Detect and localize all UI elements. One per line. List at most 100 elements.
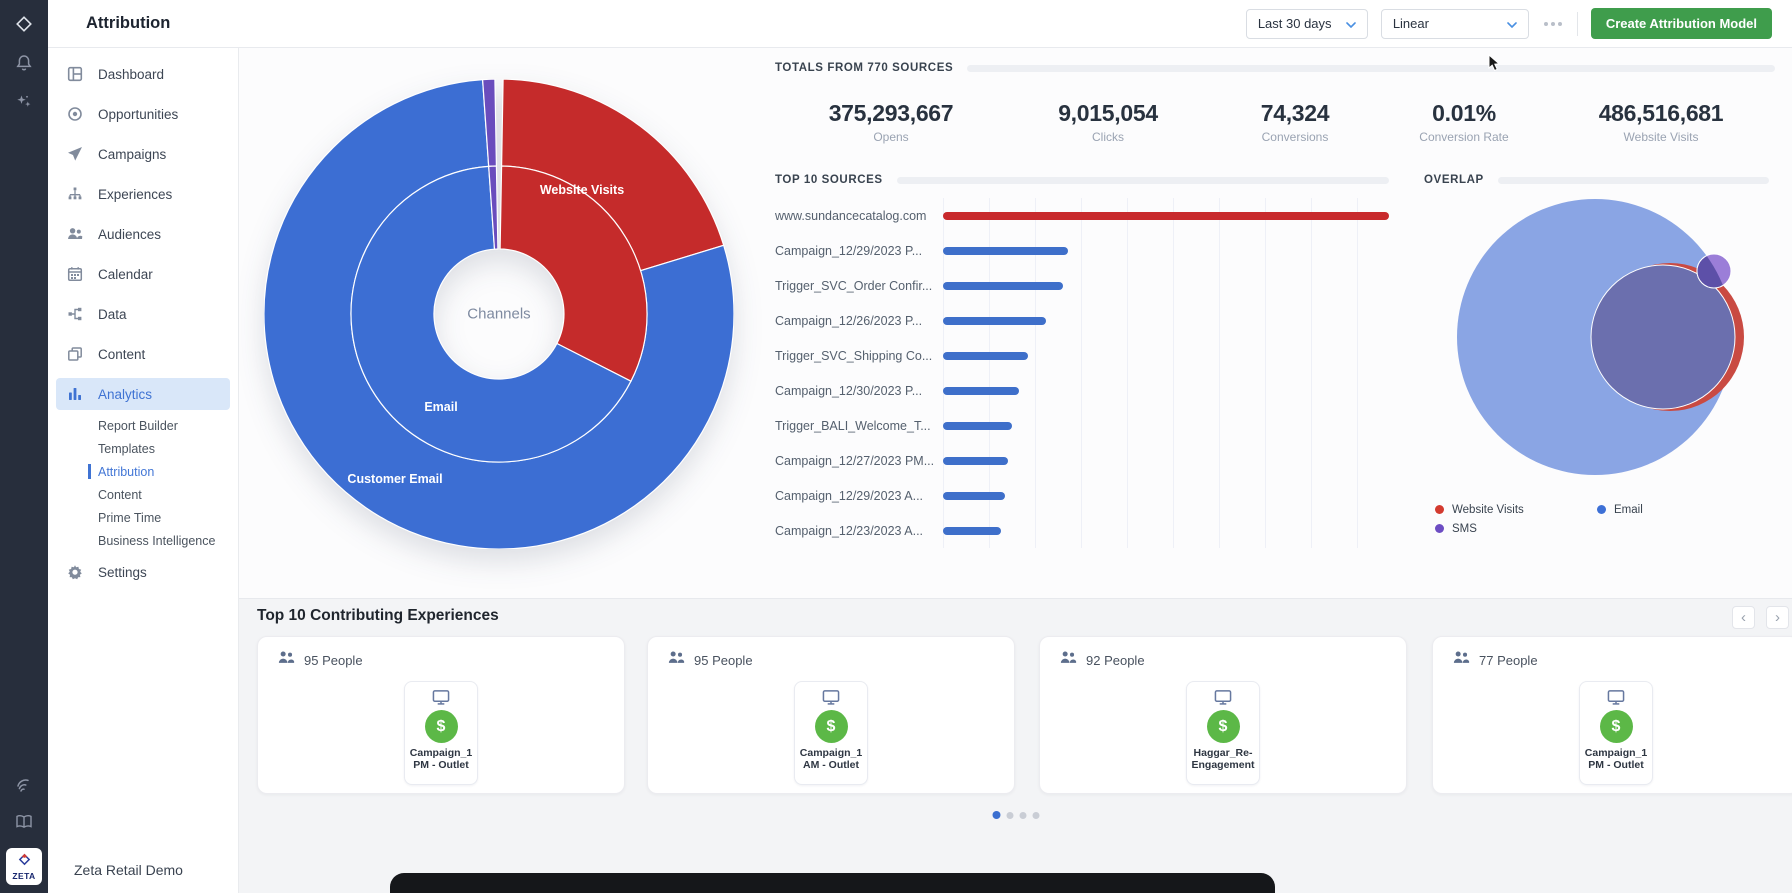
source-bar[interactable] [943, 282, 1063, 290]
experience-card[interactable]: 77 People$Campaign_1PM - Outlet [1432, 636, 1792, 794]
sidebar-item-label: Settings [98, 565, 147, 580]
audiences-icon [67, 226, 83, 242]
source-bar-track [943, 338, 1389, 373]
sidebar-item-experiences[interactable]: Experiences [48, 174, 238, 214]
people-icon [1453, 651, 1470, 669]
stat-value: 375,293,667 [781, 100, 1001, 127]
page-title: Attribution [86, 14, 170, 33]
sidebar-item-label: Dashboard [98, 67, 164, 82]
experience-node[interactable]: $Haggar_Re-Engagement [1186, 681, 1260, 785]
people-icon [1060, 651, 1077, 669]
source-bar[interactable] [943, 527, 1001, 535]
source-label: Trigger_SVC_Order Confir... [775, 279, 943, 293]
source-row[interactable]: Campaign_12/27/2023 PM... [775, 443, 1389, 478]
source-bar[interactable] [943, 492, 1005, 500]
experience-name: Campaign_1PM - Outlet [410, 747, 472, 771]
source-row[interactable]: Campaign_12/29/2023 A... [775, 478, 1389, 513]
zeta-logo[interactable]: ZETA [6, 848, 42, 885]
experience-name: Campaign_1PM - Outlet [1585, 747, 1647, 771]
source-bar[interactable] [943, 387, 1019, 395]
sidebar-item-analytics[interactable]: Analytics [56, 378, 230, 410]
source-row[interactable]: www.sundancecatalog.com [775, 198, 1389, 233]
sidebar-item-data[interactable]: Data [48, 294, 238, 334]
sidebar-subitem-report-builder[interactable]: Report Builder [48, 414, 238, 437]
legend-label: Email [1614, 504, 1643, 516]
topbar-divider [1577, 12, 1578, 36]
source-label: Trigger_BALI_Welcome_T... [775, 419, 943, 433]
create-attribution-model-button[interactable]: Create Attribution Model [1591, 8, 1772, 39]
source-label: Campaign_12/23/2023 A... [775, 524, 943, 538]
source-bar[interactable] [943, 422, 1012, 430]
experience-card[interactable]: 95 People$Campaign_1AM - Outlet [647, 636, 1015, 794]
legend-item-sms[interactable]: SMS [1435, 519, 1597, 538]
carousel-dot-3[interactable] [1020, 812, 1027, 819]
source-row[interactable]: Trigger_SVC_Order Confir... [775, 268, 1389, 303]
sidebar-subitem-prime-time[interactable]: Prime Time [48, 506, 238, 529]
sidebar-item-label: Data [98, 307, 127, 322]
knowledge-book-icon[interactable] [13, 811, 35, 833]
chevron-down-icon [1507, 16, 1517, 31]
content-icon [67, 346, 83, 362]
overlap-venn-diagram[interactable] [1399, 188, 1789, 503]
source-row[interactable]: Trigger_SVC_Shipping Co... [775, 338, 1389, 373]
signal-icon[interactable] [13, 774, 35, 796]
legend-item-email[interactable]: Email [1597, 500, 1759, 519]
sidebar-item-calendar[interactable]: Calendar [48, 254, 238, 294]
source-bar[interactable] [943, 212, 1389, 220]
legend-label: Website Visits [1452, 504, 1524, 516]
experience-card[interactable]: 92 People$Haggar_Re-Engagement [1039, 636, 1407, 794]
ai-sparkles-icon[interactable] [13, 91, 35, 113]
legend-item-website-visits[interactable]: Website Visits [1435, 500, 1597, 519]
totals-header-label: TOTALS FROM 770 SOURCES [775, 62, 953, 74]
model-type-select[interactable]: Linear [1381, 9, 1529, 39]
experience-node[interactable]: $Campaign_1PM - Outlet [404, 681, 478, 785]
sidebar-item-audiences[interactable]: Audiences [48, 214, 238, 254]
zeta-mark-icon[interactable] [13, 13, 35, 35]
date-range-select[interactable]: Last 30 days [1246, 9, 1368, 39]
sidebar-item-settings[interactable]: Settings [48, 552, 238, 592]
sidebar-subitem-label: Prime Time [98, 511, 161, 525]
more-options-button[interactable] [1542, 18, 1564, 30]
source-bar[interactable] [943, 457, 1008, 465]
source-label: www.sundancecatalog.com [775, 209, 943, 223]
account-name[interactable]: Zeta Retail Demo [74, 862, 183, 878]
carousel-dot-4[interactable] [1033, 812, 1040, 819]
sidebar-item-campaigns[interactable]: Campaigns [48, 134, 238, 174]
carousel-dot-1[interactable] [993, 811, 1001, 819]
source-bar[interactable] [943, 352, 1028, 360]
carousel-dot-2[interactable] [1007, 812, 1014, 819]
sidebar-subitem-business-intelligence[interactable]: Business Intelligence [48, 529, 238, 552]
source-row[interactable]: Campaign_12/23/2023 A... [775, 513, 1389, 548]
stat-value: 0.01% [1354, 100, 1574, 127]
experience-node[interactable]: $Campaign_1PM - Outlet [1579, 681, 1653, 785]
carousel-next-button[interactable]: › [1766, 606, 1789, 629]
carousel-prev-button[interactable]: ‹ [1732, 606, 1755, 629]
sidebar-item-opportunities[interactable]: Opportunities [48, 94, 238, 134]
sidebar-subitem-templates[interactable]: Templates [48, 437, 238, 460]
people-row: 95 People [278, 651, 363, 669]
opportunities-icon [67, 106, 83, 122]
sidebar-subitem-content[interactable]: Content [48, 483, 238, 506]
notifications-bell-icon[interactable] [13, 52, 35, 74]
people-count: 95 People [304, 653, 363, 668]
contributing-experiences-section: Top 10 Contributing Experiences ‹ › 95 P… [239, 598, 1792, 893]
dashboard-icon [67, 66, 83, 82]
experience-node[interactable]: $Campaign_1AM - Outlet [794, 681, 868, 785]
experience-card[interactable]: 95 People $Campaign_1PM - Outlet [257, 636, 625, 794]
sidebar-subitem-attribution[interactable]: Attribution [48, 460, 238, 483]
carousel-dots[interactable] [993, 811, 1040, 819]
source-row[interactable]: Campaign_12/26/2023 P... [775, 303, 1389, 338]
source-row[interactable]: Trigger_BALI_Welcome_T... [775, 408, 1389, 443]
source-label: Campaign_12/29/2023 P... [775, 244, 943, 258]
sidebar-item-content[interactable]: Content [48, 334, 238, 374]
source-row[interactable]: Campaign_12/30/2023 P... [775, 373, 1389, 408]
source-row[interactable]: Campaign_12/29/2023 P... [775, 233, 1389, 268]
legend-dot [1435, 505, 1444, 514]
totals-header-rule [967, 65, 1775, 72]
sidebar-item-dashboard[interactable]: Dashboard [48, 54, 238, 94]
source-bar[interactable] [943, 247, 1068, 255]
overlap-header-label: OVERLAP [1424, 174, 1484, 186]
chevron-down-icon [1346, 16, 1356, 31]
sidebar-item-label: Analytics [98, 387, 152, 402]
source-bar[interactable] [943, 317, 1046, 325]
